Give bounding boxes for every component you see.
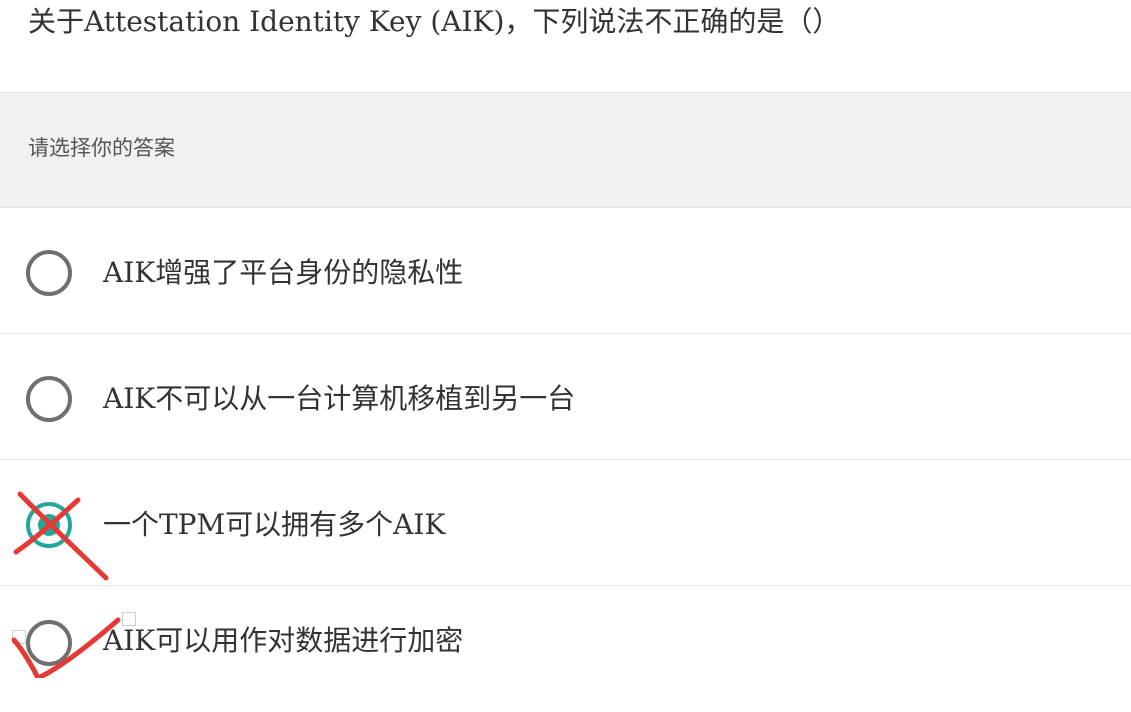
selection-handle-right (122, 612, 136, 626)
answer-prompt-text: 请选择你的答案 (28, 136, 175, 160)
option-row-2[interactable]: AIK不可以从一台计算机移植到另一台 (0, 334, 1131, 460)
option-row-3[interactable]: 一个TPM可以拥有多个AIK (0, 460, 1131, 586)
option-row-4[interactable]: AIK可以用作对数据进行加密 (0, 586, 1131, 712)
option-label-4: AIK可以用作对数据进行加密 (103, 624, 464, 657)
radio-button-1[interactable] (26, 250, 72, 296)
question-title: 关于Attestation Identity Key (AIK)，下列说法不正确… (28, 5, 841, 38)
selection-handle-left (12, 630, 26, 644)
radio-button-2[interactable] (26, 376, 72, 422)
option-label-1: AIK增强了平台身份的隐私性 (103, 256, 464, 289)
radio-button-4[interactable] (26, 620, 72, 666)
option-label-2: AIK不可以从一台计算机移植到另一台 (103, 382, 576, 415)
option-row-1[interactable]: AIK增强了平台身份的隐私性 (0, 208, 1131, 334)
option-label-3: 一个TPM可以拥有多个AIK (103, 508, 446, 541)
answer-prompt-bar: 请选择你的答案 (0, 92, 1131, 208)
radio-button-3[interactable] (26, 502, 72, 548)
